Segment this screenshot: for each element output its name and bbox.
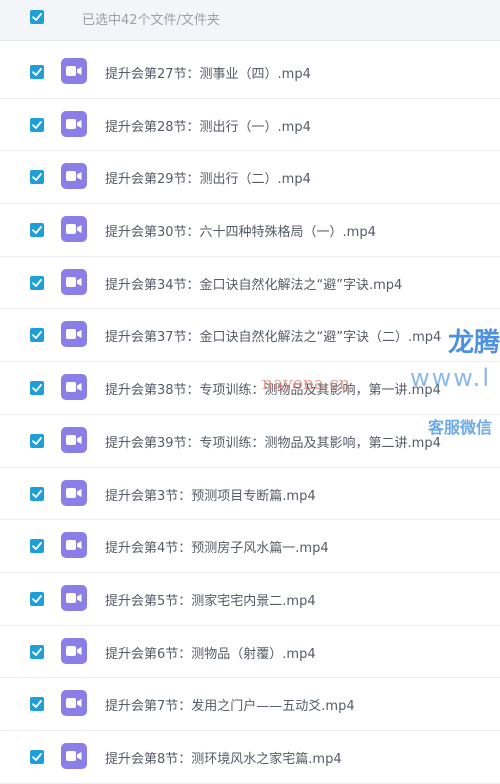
file-checkbox[interactable] xyxy=(30,328,44,343)
file-checkbox[interactable] xyxy=(30,539,44,554)
file-name[interactable]: 提升会第30节：六十四种特殊格局（一）.mp4 xyxy=(105,221,376,240)
file-list: 提升会第27节：测事业（四）.mp4 提升会第28节：测出行（一）.mp4 提升会第… xyxy=(0,46,500,784)
checkmark-icon xyxy=(32,384,42,393)
file-checkbox[interactable] xyxy=(30,697,44,712)
checkmark-icon xyxy=(32,594,42,603)
checkmark-icon xyxy=(32,542,42,551)
video-file-icon xyxy=(61,110,87,137)
file-checkbox[interactable] xyxy=(30,223,44,238)
video-file-icon xyxy=(61,163,87,190)
checkmark-icon xyxy=(32,331,42,340)
video-file-icon xyxy=(61,479,87,506)
file-checkbox[interactable] xyxy=(30,117,44,132)
file-name[interactable]: 提升会第3节：预测项目专断篇.mp4 xyxy=(105,485,316,504)
checkmark-icon xyxy=(32,226,42,234)
file-name[interactable]: 提升会第4节：预测房子风水篇一.mp4 xyxy=(105,537,329,556)
video-file-icon xyxy=(61,268,87,295)
file-row[interactable]: 提升会第3节：预测项目专断篇.mp4 xyxy=(0,468,500,521)
file-row[interactable]: 提升会第7节：发用之门户——五动爻.mp4 xyxy=(0,678,500,731)
file-name[interactable]: 提升会第6节：测物品（射覆）.mp4 xyxy=(105,643,316,662)
video-file-icon xyxy=(61,742,87,769)
file-row[interactable]: 提升会第38节：专项训练：测物品及其影响，第一讲.mp4 xyxy=(0,362,500,415)
video-file-icon xyxy=(61,374,87,401)
video-file-icon xyxy=(61,584,87,611)
checkmark-icon xyxy=(32,120,42,129)
file-row[interactable]: 提升会第29节：测出行（二）.mp4 xyxy=(0,151,500,205)
checkmark-icon xyxy=(32,489,42,498)
file-name[interactable]: 提升会第38节：专项训练：测物品及其影响，第一讲.mp4 xyxy=(105,379,441,398)
file-row[interactable]: 提升会第30节：六十四种特殊格局（一）.mp4 xyxy=(0,204,500,257)
file-row[interactable]: 提升会第8节：测环境风水之家宅篇.mp4 xyxy=(0,731,500,784)
checkmark-icon xyxy=(32,436,42,445)
video-file-icon xyxy=(61,532,87,559)
file-checkbox[interactable] xyxy=(30,486,44,501)
video-file-icon xyxy=(61,58,87,84)
file-row[interactable]: 提升会第6节：测物品（射覆）.mp4 xyxy=(0,626,500,679)
selection-header: 已选中42个文件/文件夹 xyxy=(0,0,500,41)
checkmark-icon xyxy=(32,753,42,761)
video-file-icon xyxy=(61,426,87,453)
file-name[interactable]: 提升会第29节：测出行（二）.mp4 xyxy=(105,168,311,187)
checkmark-icon xyxy=(32,700,42,709)
file-name[interactable]: 提升会第28节：测出行（一）.mp4 xyxy=(105,116,311,135)
file-name[interactable]: 提升会第8节：测环境风水之家宅篇.mp4 xyxy=(105,748,342,767)
checkmark-icon xyxy=(32,173,42,182)
file-name[interactable]: 提升会第27节：测事业（四）.mp4 xyxy=(105,63,311,82)
file-checkbox[interactable] xyxy=(30,644,44,659)
file-row[interactable]: 提升会第5节：测家宅宅内景二.mp4 xyxy=(0,573,500,626)
file-checkbox[interactable] xyxy=(30,275,44,290)
file-checkbox[interactable] xyxy=(30,433,44,448)
video-file-icon xyxy=(61,690,87,717)
file-checkbox[interactable] xyxy=(30,381,44,396)
file-name[interactable]: 提升会第7节：发用之门户——五动爻.mp4 xyxy=(105,695,355,714)
file-checkbox[interactable] xyxy=(30,65,44,79)
checkmark-icon xyxy=(32,68,42,76)
file-row[interactable]: 提升会第37节：金口诀自然化解法之“避”字诀（二）.mp4 xyxy=(0,309,500,363)
file-name[interactable]: 提升会第5节：测家宅宅内景二.mp4 xyxy=(105,590,316,609)
checkmark-icon xyxy=(32,13,42,21)
video-file-icon xyxy=(61,637,87,664)
checkmark-icon xyxy=(32,647,42,656)
file-row[interactable]: 提升会第34节：金口诀自然化解法之“避”字诀.mp4 xyxy=(0,257,500,310)
file-checkbox[interactable] xyxy=(30,749,44,764)
file-name[interactable]: 提升会第39节：专项训练：测物品及其影响，第二讲.mp4 xyxy=(105,432,441,451)
selection-count-text: 已选中42个文件/文件夹 xyxy=(82,13,220,28)
select-all-checkbox[interactable] xyxy=(30,10,44,24)
file-row[interactable]: 提升会第28节：测出行（一）.mp4 xyxy=(0,99,500,152)
video-file-icon xyxy=(61,216,87,243)
file-checkbox[interactable] xyxy=(30,170,44,185)
checkmark-icon xyxy=(32,278,42,287)
file-row[interactable]: 提升会第27节：测事业（四）.mp4 xyxy=(0,46,500,99)
file-checkbox[interactable] xyxy=(30,591,44,606)
file-row[interactable]: 提升会第4节：预测房子风水篇一.mp4 xyxy=(0,520,500,573)
video-file-icon xyxy=(61,321,87,348)
file-row[interactable]: 提升会第39节：专项训练：测物品及其影响，第二讲.mp4 xyxy=(0,415,500,468)
file-name[interactable]: 提升会第37节：金口诀自然化解法之“避”字诀（二）.mp4 xyxy=(105,326,441,345)
file-name[interactable]: 提升会第34节：金口诀自然化解法之“避”字诀.mp4 xyxy=(105,274,402,293)
